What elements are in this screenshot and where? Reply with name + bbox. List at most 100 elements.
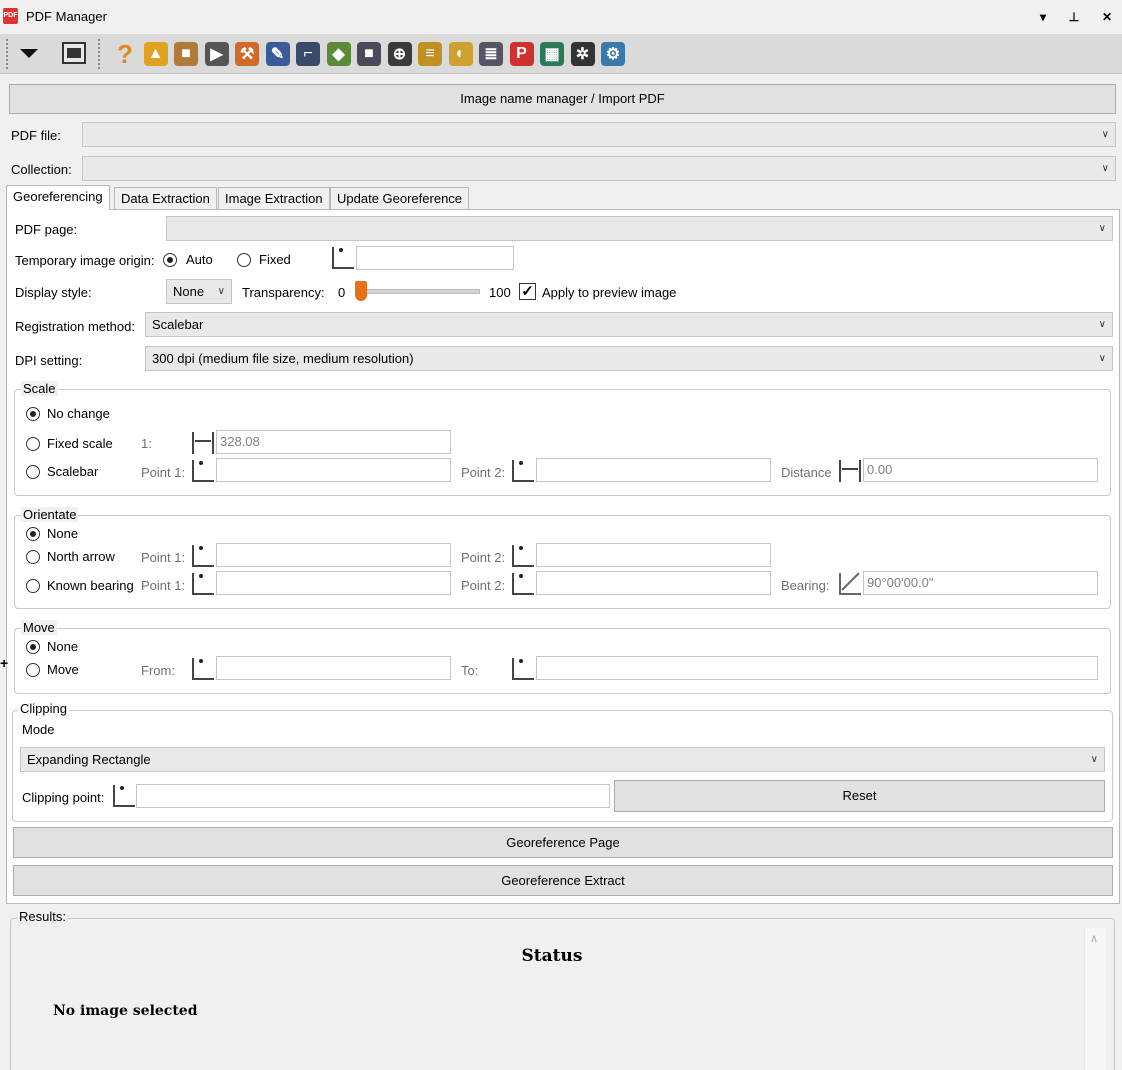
bearing-label: Bearing:: [781, 578, 830, 593]
tab-georeferencing[interactable]: Georeferencing: [6, 185, 110, 210]
display-style-value: None: [173, 284, 205, 299]
gear-icon[interactable]: ✲: [568, 39, 598, 69]
bearing-point1-input[interactable]: [216, 571, 451, 595]
splitter-handle-icon[interactable]: +: [0, 656, 8, 670]
pdf-page-select[interactable]: ∨: [166, 216, 1113, 241]
scale-distance-input[interactable]: 0.00: [863, 458, 1098, 482]
layers-icon[interactable]: ≡: [415, 39, 445, 69]
scale-fixed-label: Fixed scale: [47, 436, 113, 451]
move-from-input[interactable]: [216, 656, 451, 680]
scale-title: Scale: [21, 381, 58, 396]
network-icon[interactable]: ⚙: [598, 39, 628, 69]
pick-point-icon[interactable]: [332, 247, 354, 269]
line-icon[interactable]: ⌐: [293, 39, 323, 69]
dpi-select[interactable]: 300 dpi (medium file size, medium resolu…: [145, 346, 1113, 371]
tab-update-georeference[interactable]: Update Georeference: [330, 187, 470, 209]
scale-fixed-radio[interactable]: [26, 437, 40, 451]
move-none-radio[interactable]: [26, 640, 40, 654]
title-bar: PDF PDF Manager ▾ ⊥ ✕: [0, 0, 1122, 34]
scale-point2-label: Point 2:: [461, 465, 506, 480]
orientate-bearing-label: Known bearing: [47, 578, 134, 593]
tab-image-extraction[interactable]: Image Extraction: [218, 187, 330, 209]
bearing-input[interactable]: 90°00'00.0": [863, 571, 1098, 595]
eraser-icon[interactable]: ◐: [446, 39, 476, 69]
clipping-mode-select[interactable]: Expanding Rectangle ∨: [20, 747, 1105, 772]
box-icon[interactable]: ■: [354, 39, 384, 69]
clipping-point-input[interactable]: [136, 784, 610, 808]
dpi-label: DPI setting:: [15, 353, 83, 368]
orientate-none-radio[interactable]: [26, 527, 40, 541]
pick-point-icon[interactable]: [512, 460, 534, 482]
scroll-up-icon[interactable]: ∧: [1090, 932, 1098, 945]
move-to-input[interactable]: [536, 656, 1098, 680]
chevron-down-icon: ∨: [1098, 223, 1106, 234]
pdf-manager-icon: PDF: [3, 8, 18, 24]
bearing-icon[interactable]: [839, 573, 861, 595]
pick-point-icon[interactable]: [192, 545, 214, 567]
scale-no-change-label: No change: [47, 406, 110, 421]
pen-icon[interactable]: ✎: [263, 39, 293, 69]
pick-point-icon[interactable]: [512, 658, 534, 680]
georeference-page-button[interactable]: Georeference Page: [13, 827, 1113, 858]
pick-point-icon[interactable]: [192, 658, 214, 680]
pick-point-icon[interactable]: [512, 545, 534, 567]
north-point1-input[interactable]: [216, 543, 451, 567]
image-settings-icon[interactable]: ▲: [141, 39, 171, 69]
scale-point1-input[interactable]: [216, 458, 451, 482]
pick-point-icon[interactable]: [192, 460, 214, 482]
import-icon[interactable]: ■: [171, 39, 201, 69]
registration-select[interactable]: Scalebar ∨: [145, 312, 1113, 337]
stack-icon[interactable]: ≣: [476, 39, 506, 69]
console-icon[interactable]: [62, 42, 86, 64]
collection-select[interactable]: ∨: [82, 156, 1116, 181]
map-icon[interactable]: ▦: [537, 39, 567, 69]
import-pdf-button[interactable]: Image name manager / Import PDF: [9, 84, 1116, 114]
display-style-select[interactable]: None ∨: [166, 279, 232, 304]
pick-point-icon[interactable]: [113, 785, 135, 807]
scale-scalebar-radio[interactable]: [26, 465, 40, 479]
origin-auto-radio[interactable]: [163, 253, 177, 267]
north-point2-input[interactable]: [536, 543, 771, 567]
apply-preview-checkbox[interactable]: ✓: [519, 283, 536, 300]
survey-icon[interactable]: ⚒: [232, 39, 262, 69]
pdf-file-select[interactable]: ∨: [82, 122, 1116, 147]
reset-button[interactable]: Reset: [614, 780, 1105, 812]
window-title: PDF Manager: [26, 9, 107, 24]
help-icon[interactable]: ?: [110, 39, 140, 69]
chevron-down-icon: ∨: [1101, 129, 1109, 140]
transparency-slider[interactable]: [355, 281, 367, 301]
scale-no-change-radio[interactable]: [26, 407, 40, 421]
georeference-extract-button[interactable]: Georeference Extract: [13, 865, 1113, 896]
bearing-point2-input[interactable]: [536, 571, 771, 595]
orientate-bearing-radio[interactable]: [26, 579, 40, 593]
close-icon[interactable]: ✕: [1099, 8, 1115, 26]
dropdown-arrow-icon[interactable]: [20, 49, 38, 58]
measure-distance-icon[interactable]: [192, 432, 214, 454]
toolbar-grip[interactable]: [6, 39, 10, 69]
pick-point-icon[interactable]: [192, 573, 214, 595]
move-move-radio[interactable]: [26, 663, 40, 677]
target-icon[interactable]: ⊕: [385, 39, 415, 69]
scale-point2-input[interactable]: [536, 458, 771, 482]
chevron-down-icon: ∨: [217, 286, 225, 297]
clipping-mode-value: Expanding Rectangle: [27, 752, 151, 767]
fixed-scale-input[interactable]: 328.08: [216, 430, 451, 454]
origin-fixed-radio[interactable]: [237, 253, 251, 267]
scale-ratio-prefix: 1:: [141, 436, 152, 451]
scale-point1-label: Point 1:: [141, 465, 186, 480]
origin-label: Temporary image origin:: [15, 253, 155, 268]
orientate-none-label: None: [47, 526, 79, 541]
pick-point-icon[interactable]: [512, 573, 534, 595]
window-menu-icon[interactable]: ▾: [1035, 8, 1051, 26]
pdf-icon[interactable]: P: [507, 39, 537, 69]
clipping-mode-label: Mode: [22, 722, 55, 737]
cube-icon[interactable]: ◆: [324, 39, 354, 69]
orientate-north-radio[interactable]: [26, 550, 40, 564]
select-icon[interactable]: ▶: [202, 39, 232, 69]
pin-icon[interactable]: ⊥: [1066, 8, 1082, 26]
dpi-value: 300 dpi (medium file size, medium resolu…: [152, 351, 414, 366]
measure-distance-icon[interactable]: [839, 460, 861, 482]
tab-data-extraction[interactable]: Data Extraction: [114, 187, 217, 209]
origin-point-input[interactable]: [356, 246, 514, 270]
transparency-min: 0: [338, 285, 346, 300]
